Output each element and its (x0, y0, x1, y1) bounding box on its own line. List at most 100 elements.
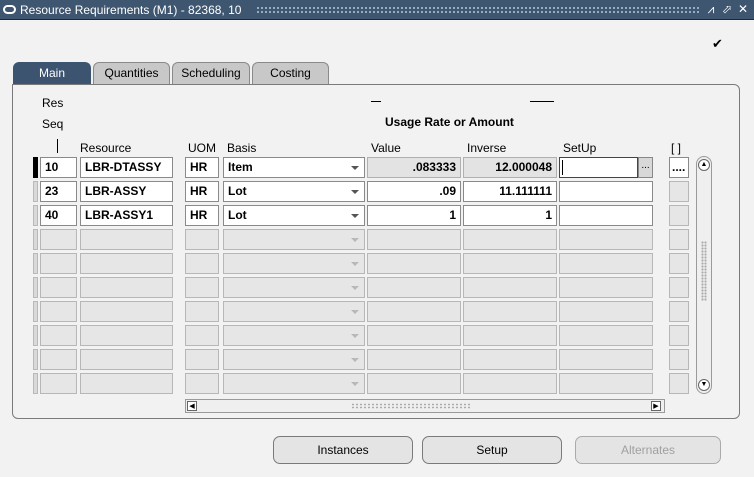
value-field[interactable] (367, 277, 461, 298)
value-field[interactable]: .09 (367, 181, 461, 202)
tab-quantities[interactable]: Quantities (93, 62, 170, 84)
value-field[interactable] (367, 229, 461, 250)
inverse-field[interactable]: 1 (463, 205, 557, 226)
value-field[interactable] (367, 373, 461, 394)
value-field[interactable]: 1 (367, 205, 461, 226)
flexfield-field[interactable] (669, 373, 689, 394)
uom-field[interactable] (185, 277, 219, 298)
inverse-field[interactable] (463, 325, 557, 346)
basis-select[interactable] (223, 373, 365, 394)
basis-select[interactable] (223, 277, 365, 298)
row-indicator[interactable] (33, 277, 38, 298)
row-indicator[interactable] (33, 205, 38, 226)
row-indicator[interactable] (33, 373, 38, 394)
resource-field[interactable]: LBR-DTASSY (80, 157, 173, 178)
window-menu-icon[interactable] (3, 5, 16, 14)
basis-select[interactable]: Lot (223, 205, 365, 226)
res-seq-field[interactable] (40, 349, 77, 370)
flexfield-field[interactable] (669, 349, 689, 370)
basis-select[interactable] (223, 229, 365, 250)
setup-field[interactable] (559, 181, 653, 202)
value-field[interactable] (367, 301, 461, 322)
list-of-values-button[interactable]: ... (638, 157, 653, 178)
setup-field[interactable] (559, 253, 653, 274)
resource-field[interactable]: LBR-ASSY1 (80, 205, 173, 226)
inverse-field[interactable] (463, 253, 557, 274)
flexfield-field[interactable] (669, 277, 689, 298)
flexfield-field[interactable] (669, 253, 689, 274)
basis-select[interactable]: Item (223, 157, 365, 178)
scroll-right-icon[interactable]: ▶ (651, 401, 661, 411)
maximize-icon[interactable]: ⬀ (720, 2, 734, 17)
inverse-field[interactable] (463, 301, 557, 322)
tab-scheduling[interactable]: Scheduling (172, 62, 250, 84)
resource-field[interactable]: LBR-ASSY (80, 181, 173, 202)
basis-select[interactable] (223, 349, 365, 370)
setup-field[interactable] (559, 325, 653, 346)
resource-field[interactable] (80, 253, 173, 274)
resource-field[interactable] (80, 325, 173, 346)
flexfield-field[interactable] (669, 181, 689, 202)
flexfield-field[interactable] (669, 301, 689, 322)
basis-select[interactable] (223, 253, 365, 274)
row-indicator[interactable] (33, 181, 38, 202)
vertical-scroll-thumb[interactable] (701, 241, 707, 301)
horizontal-scroll-thumb[interactable] (351, 403, 471, 409)
uom-field[interactable] (185, 349, 219, 370)
res-seq-field[interactable]: 23 (40, 181, 77, 202)
row-indicator[interactable] (33, 349, 38, 370)
basis-select[interactable] (223, 301, 365, 322)
scroll-down-icon[interactable]: ▼ (698, 379, 710, 391)
row-indicator-current[interactable] (33, 157, 38, 178)
res-seq-field[interactable] (40, 253, 77, 274)
scroll-up-icon[interactable]: ▲ (698, 159, 710, 171)
close-icon[interactable]: ✕ (736, 2, 750, 17)
row-indicator[interactable] (33, 325, 38, 346)
horizontal-scrollbar[interactable]: ◀ ▶ (185, 399, 665, 413)
setup-field[interactable] (559, 349, 653, 370)
inverse-field[interactable]: 12.000048 (463, 157, 557, 178)
basis-select[interactable]: Lot (223, 181, 365, 202)
res-seq-field[interactable] (40, 373, 77, 394)
alternates-button[interactable]: Alternates (575, 436, 721, 464)
uom-field[interactable]: HR (185, 157, 219, 178)
setup-button[interactable]: Setup (422, 436, 562, 464)
row-indicator[interactable] (33, 301, 38, 322)
uom-field[interactable] (185, 325, 219, 346)
flexfield-field[interactable] (669, 325, 689, 346)
resource-field[interactable] (80, 349, 173, 370)
res-seq-field[interactable]: 10 (40, 157, 77, 178)
setup-field[interactable] (559, 205, 653, 226)
uom-field[interactable] (185, 301, 219, 322)
row-indicator[interactable] (33, 229, 38, 250)
resource-field[interactable] (80, 301, 173, 322)
resource-field[interactable] (80, 229, 173, 250)
vertical-scrollbar[interactable]: ▲ ▼ (696, 156, 712, 394)
uom-field[interactable]: HR (185, 205, 219, 226)
flexfield-field[interactable]: .... (669, 157, 689, 178)
value-field[interactable] (367, 325, 461, 346)
uom-field[interactable] (185, 229, 219, 250)
instances-button[interactable]: Instances (273, 436, 413, 464)
inverse-field[interactable]: 11.111111 (463, 181, 557, 202)
flexfield-field[interactable] (669, 229, 689, 250)
setup-field[interactable] (559, 277, 653, 298)
flexfield-field[interactable] (669, 205, 689, 226)
setup-field[interactable] (559, 229, 653, 250)
inverse-field[interactable] (463, 277, 557, 298)
checkbox-check-icon[interactable]: ✔ (711, 37, 724, 50)
titlebar-drag-handle[interactable] (256, 6, 700, 15)
res-seq-field[interactable] (40, 325, 77, 346)
tab-main[interactable]: Main (13, 62, 91, 85)
uom-field[interactable] (185, 373, 219, 394)
res-seq-field[interactable] (40, 229, 77, 250)
scroll-left-icon[interactable]: ◀ (187, 401, 197, 411)
uom-field[interactable] (185, 253, 219, 274)
res-seq-field[interactable] (40, 277, 77, 298)
value-field[interactable] (367, 349, 461, 370)
resource-field[interactable] (80, 277, 173, 298)
value-field[interactable]: .083333 (367, 157, 461, 178)
inverse-field[interactable] (463, 349, 557, 370)
basis-select[interactable] (223, 325, 365, 346)
setup-field[interactable] (559, 301, 653, 322)
